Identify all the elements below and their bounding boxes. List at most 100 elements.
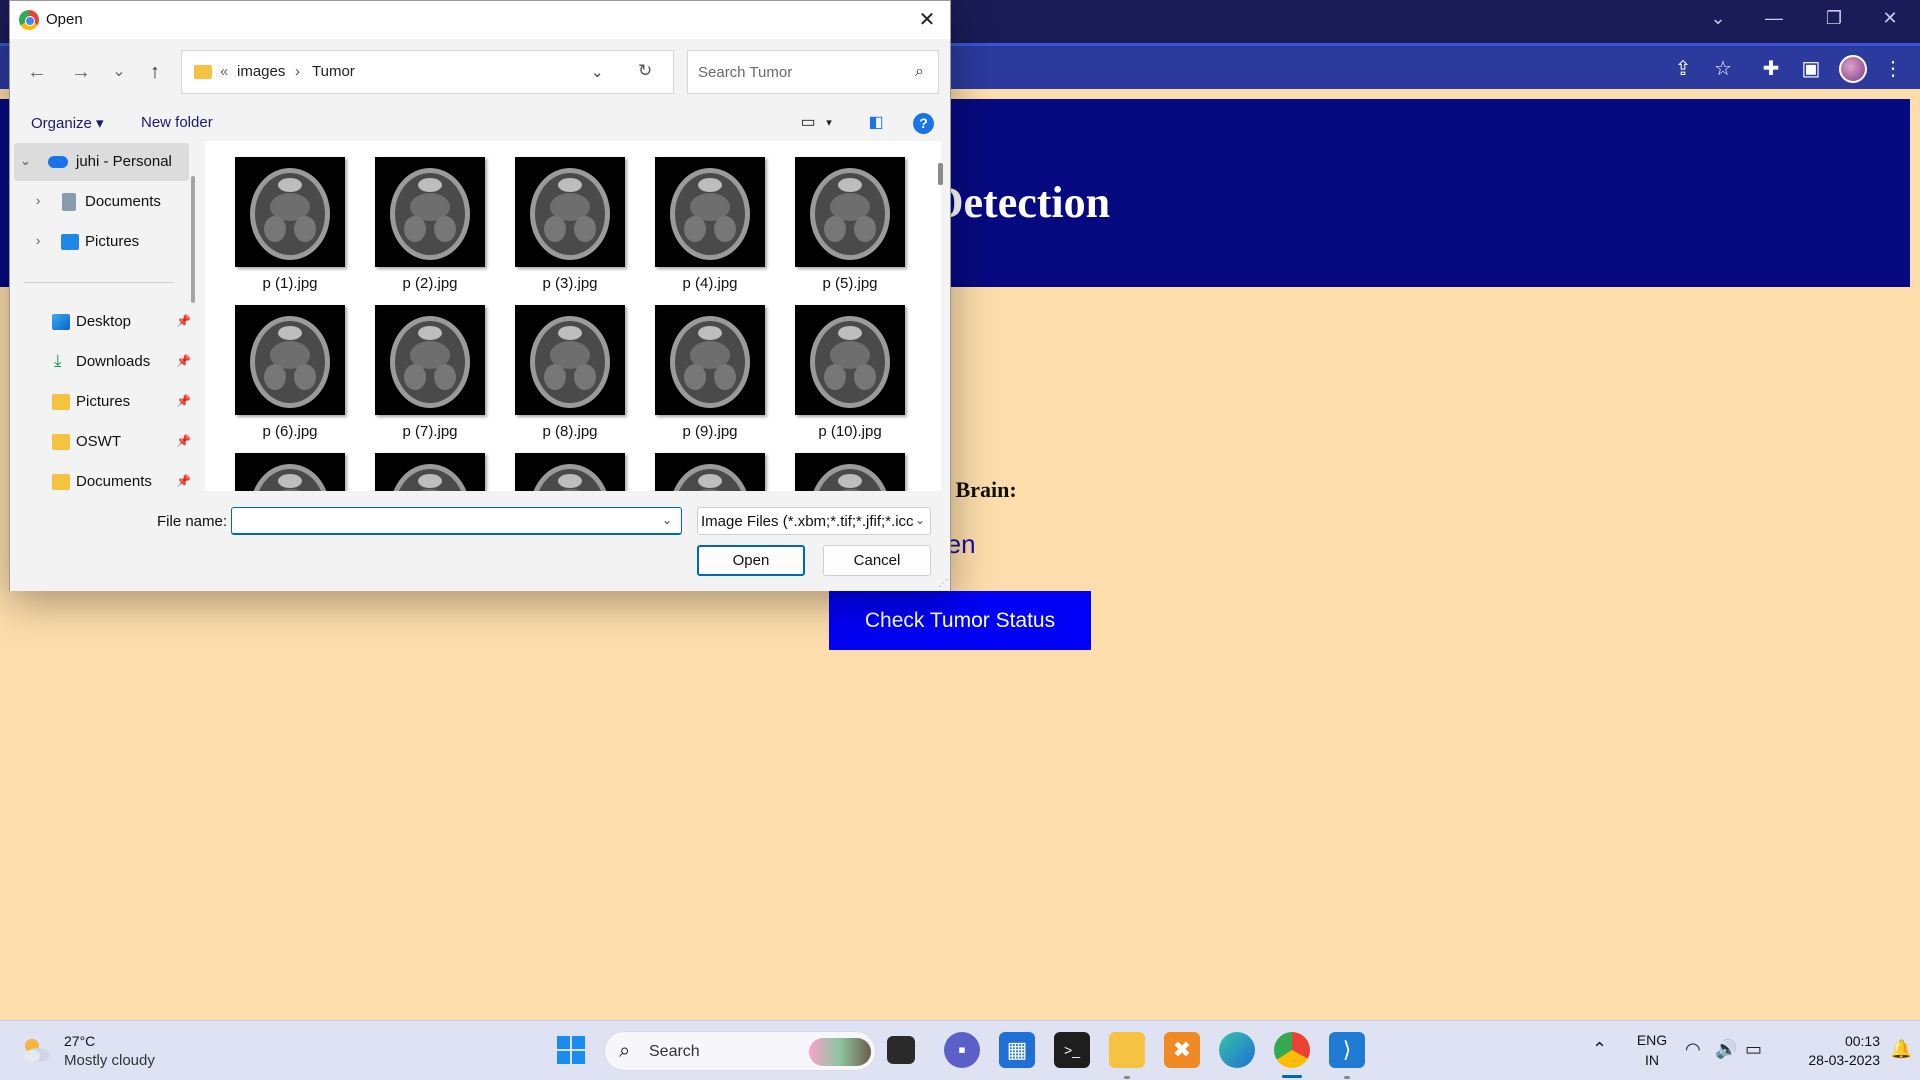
address-dropdown-icon[interactable]: ⌄ [591, 63, 604, 81]
breadcrumb-images[interactable]: images [237, 63, 285, 80]
share-icon[interactable]: ⇪ [1670, 56, 1696, 82]
nav-item-oswt[interactable]: OSWT 📌 [14, 423, 191, 461]
taskbar-search[interactable]: ⌕ Search [604, 1031, 876, 1071]
back-arrow-icon[interactable]: ← [22, 57, 52, 87]
file-item[interactable] [225, 437, 345, 491]
file-item[interactable]: p (7).jpg [365, 289, 485, 440]
weather-temp[interactable]: 27°C [64, 1033, 95, 1049]
open-button[interactable]: Open [697, 545, 805, 576]
chevron-down-icon[interactable]: ⌄ [915, 513, 925, 527]
edge-icon[interactable] [1219, 1032, 1255, 1068]
pin-icon[interactable]: 📌 [176, 434, 191, 448]
nav-item-downloads[interactable]: ⤓ Downloads 📌 [14, 343, 191, 381]
teams-chat-icon[interactable]: ▪ [944, 1032, 980, 1068]
address-bar[interactable]: « images › Tumor ⌄ ↻ [181, 50, 674, 94]
task-view-icon[interactable] [887, 1036, 915, 1064]
bookmark-star-icon[interactable]: ☆ [1710, 56, 1736, 82]
preview-pane-icon[interactable]: ◧ [866, 113, 886, 133]
breadcrumb-tumor[interactable]: Tumor [312, 63, 355, 80]
nav-item-onedrive[interactable]: ⌄ juhi - Personal [14, 143, 189, 181]
pin-icon[interactable]: 📌 [176, 394, 191, 408]
file-item[interactable]: p (2).jpg [365, 141, 485, 292]
view-mode-icon[interactable]: ▭ [798, 113, 818, 133]
tab-search-button[interactable]: ⌄ [1690, 0, 1746, 36]
new-folder-button[interactable]: New folder [141, 114, 213, 131]
chevron-down-icon[interactable]: ⌄ [662, 513, 672, 527]
nav-item-documents[interactable]: › Documents [14, 183, 189, 221]
notifications-icon[interactable]: 🔔 [1890, 1039, 1912, 1060]
extensions-icon[interactable]: ✚ [1758, 56, 1784, 82]
breadcrumb-overflow[interactable]: « [220, 63, 228, 80]
mri-thumbnail [235, 305, 345, 415]
file-item[interactable] [645, 437, 765, 491]
nav-item-desktop[interactable]: Desktop 📌 [14, 303, 191, 341]
file-item[interactable]: p (4).jpg [645, 141, 765, 292]
pin-icon[interactable]: 📌 [176, 314, 191, 328]
clock-time[interactable]: 00:13 [1780, 1033, 1880, 1049]
show-hidden-icons-icon[interactable]: ⌃ [1592, 1039, 1607, 1060]
windows-start-icon[interactable] [553, 1032, 589, 1068]
wifi-icon[interactable]: ◠ [1685, 1039, 1701, 1060]
nav-item-pictures[interactable]: › Pictures [14, 223, 189, 261]
microsoft-store-icon[interactable]: ▦ [999, 1032, 1035, 1068]
battery-icon[interactable]: ▭ [1745, 1039, 1762, 1060]
file-item[interactable]: p (9).jpg [645, 289, 765, 440]
recent-locations-icon[interactable]: ⌄ [104, 57, 134, 87]
weather-cloudy-icon[interactable] [20, 1035, 52, 1065]
nav-label: Desktop [76, 313, 132, 330]
clock-date[interactable]: 28-03-2023 [1780, 1052, 1880, 1068]
chevron-down-icon[interactable]: ⌄ [20, 153, 31, 169]
language-line2[interactable]: IN [1634, 1052, 1670, 1068]
nav-scrollbar[interactable] [191, 176, 195, 303]
chrome-icon [19, 10, 39, 30]
file-list-scrollbar[interactable] [938, 163, 943, 185]
file-item[interactable]: p (10).jpg [785, 289, 905, 440]
file-name-input[interactable] [231, 507, 682, 535]
help-icon[interactable]: ? [913, 113, 934, 134]
profile-avatar[interactable] [1839, 55, 1867, 83]
vscode-icon[interactable]: ⟩ [1329, 1032, 1365, 1068]
file-item[interactable] [365, 437, 485, 491]
chevron-right-icon[interactable]: › [36, 233, 40, 248]
file-type-select[interactable]: Image Files (*.xbm;*.tif;*.jfif;*.icc [697, 507, 931, 535]
refresh-icon[interactable]: ↻ [638, 61, 652, 81]
pin-icon[interactable]: 📌 [176, 474, 191, 488]
forward-arrow-icon[interactable]: → [66, 57, 96, 87]
cancel-button[interactable]: Cancel [823, 545, 931, 576]
close-window-button[interactable]: ✕ [1862, 0, 1918, 36]
mri-thumbnail [515, 305, 625, 415]
file-item[interactable] [785, 437, 905, 491]
search-placeholder: Search Tumor [698, 64, 793, 81]
view-dropdown-icon[interactable]: ▾ [819, 113, 839, 133]
terminal-icon[interactable]: >_ [1054, 1032, 1090, 1068]
side-panel-icon[interactable]: ▣ [1798, 56, 1824, 82]
weather-desc[interactable]: Mostly cloudy [64, 1052, 155, 1069]
documents-icon [62, 193, 76, 211]
xampp-icon[interactable]: ✖ [1164, 1032, 1200, 1068]
folder-icon [52, 474, 70, 490]
file-item[interactable]: p (3).jpg [505, 141, 625, 292]
chevron-right-icon[interactable]: › [36, 193, 40, 208]
file-item[interactable]: p (1).jpg [225, 141, 345, 292]
file-item[interactable]: p (5).jpg [785, 141, 905, 292]
minimize-button[interactable]: — [1746, 0, 1802, 36]
dialog-nav-row: ← → ⌄ ↑ « images › Tumor ⌄ ↻ Search Tumo… [10, 39, 950, 105]
nav-label: Downloads [76, 353, 151, 370]
check-tumor-status-button[interactable]: Check Tumor Status [829, 591, 1091, 650]
nav-item-pictures-folder[interactable]: Pictures 📌 [14, 383, 191, 421]
language-line1[interactable]: ENG [1634, 1032, 1670, 1048]
chrome-icon[interactable] [1274, 1032, 1310, 1068]
file-item[interactable] [505, 437, 625, 491]
file-item[interactable]: p (8).jpg [505, 289, 625, 440]
file-explorer-icon[interactable] [1109, 1032, 1145, 1068]
organize-menu[interactable]: Organize ▾ [31, 114, 104, 132]
restore-button[interactable]: ❐ [1806, 0, 1862, 36]
up-arrow-icon[interactable]: ↑ [140, 57, 170, 87]
volume-icon[interactable]: 🔊 [1715, 1039, 1737, 1060]
search-input[interactable]: Search Tumor ⌕ [687, 50, 939, 94]
dialog-close-button[interactable]: ✕ [912, 5, 942, 35]
pin-icon[interactable]: 📌 [176, 354, 191, 368]
resize-grip-icon[interactable]: ⋰ [938, 578, 948, 589]
browser-menu-icon[interactable]: ⋮ [1880, 56, 1906, 82]
file-item[interactable]: p (6).jpg [225, 289, 345, 440]
